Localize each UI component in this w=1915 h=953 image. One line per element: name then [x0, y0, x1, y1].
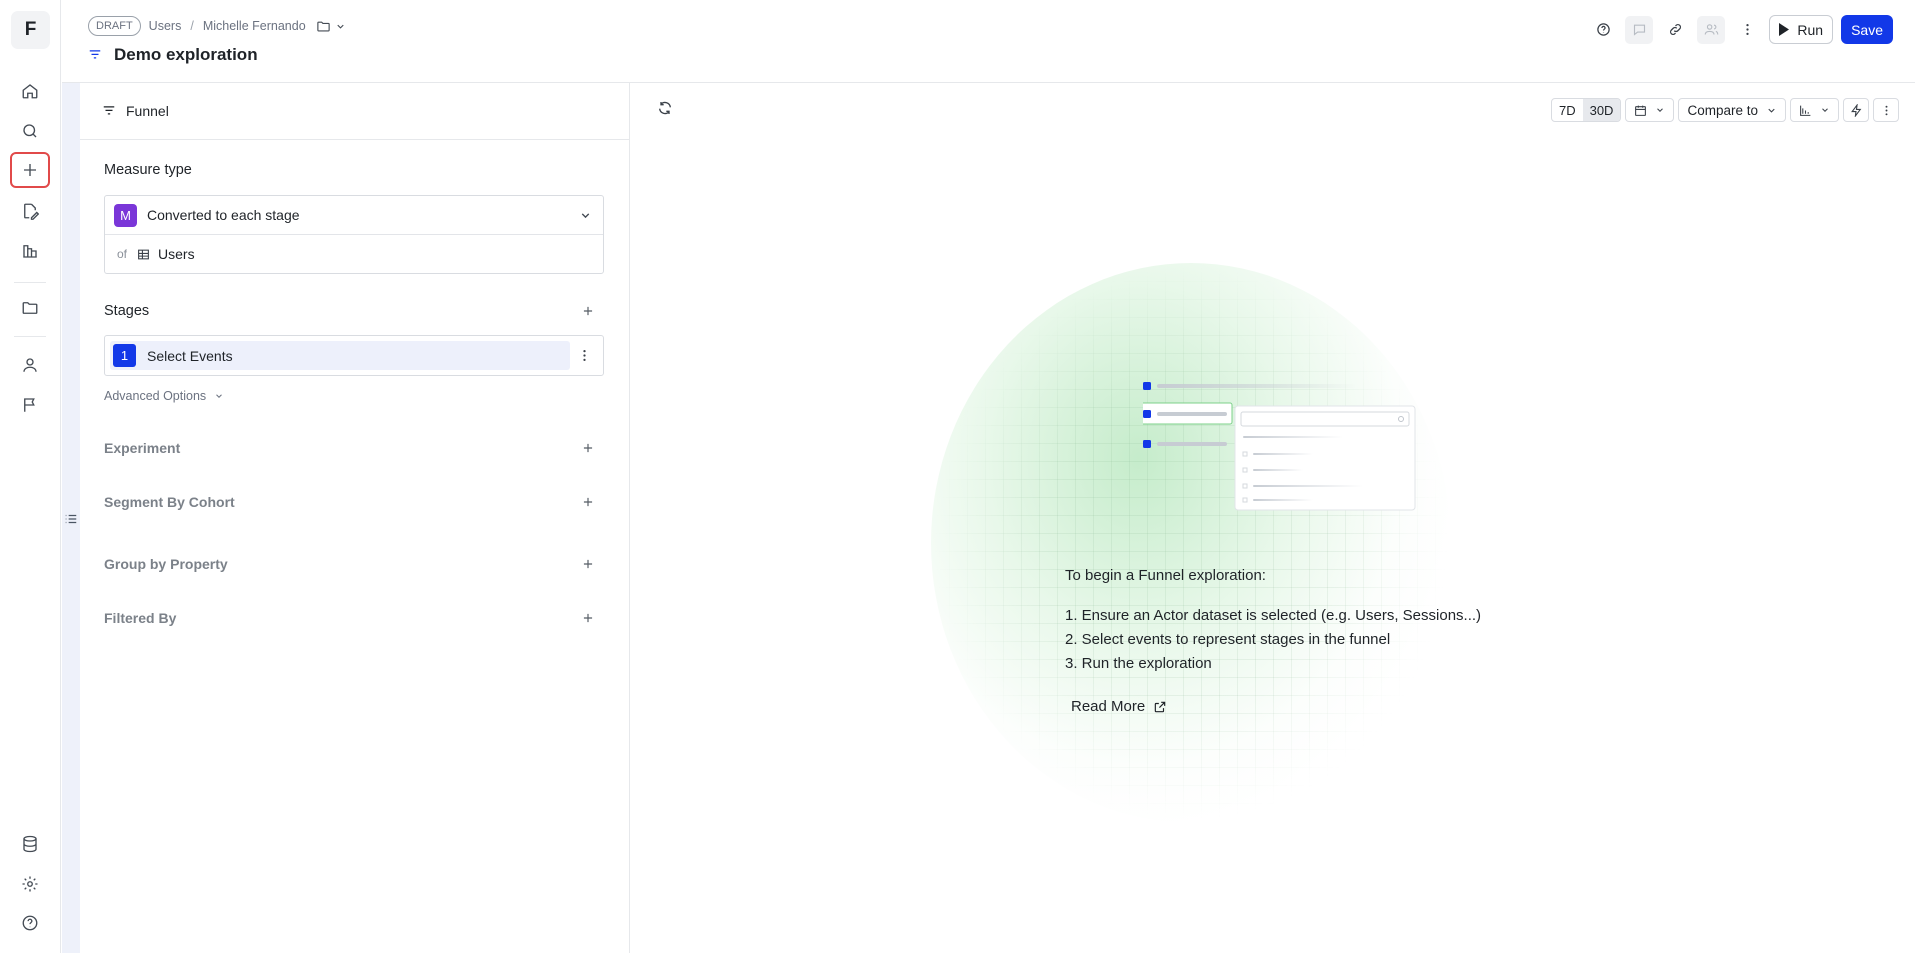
chevron-down-icon [1820, 105, 1830, 115]
funnel-chart-icon [1799, 104, 1812, 117]
panel-tab-label: Funnel [126, 103, 169, 119]
breadcrumb-item-users[interactable]: Users [149, 19, 182, 33]
empty-state-step: 3. Run the exploration [1065, 655, 1212, 672]
read-more-link[interactable]: Read More [1071, 698, 1481, 715]
range-7d-button[interactable]: 7D [1552, 99, 1583, 121]
stage-label: Select Events [147, 347, 233, 364]
stage-event-select[interactable]: 1 Select Events [110, 341, 570, 370]
rail-divider [14, 282, 46, 283]
read-more-label: Read More [1071, 698, 1146, 715]
segment-by-cohort-label: Segment By Cohort [104, 494, 235, 510]
share-users-icon[interactable] [1697, 15, 1726, 44]
page-header: DRAFT Users / Michelle Fernando Demo exp… [62, 0, 1915, 83]
edit-doc-icon[interactable] [10, 193, 50, 229]
more-vertical-icon[interactable] [1873, 98, 1899, 122]
measure-badge: M [114, 203, 137, 227]
of-label: of [117, 247, 128, 261]
add-filter-plus-icon[interactable] [581, 611, 595, 625]
page-title[interactable]: Demo exploration [114, 45, 258, 65]
user-icon[interactable] [10, 347, 50, 383]
help-icon[interactable] [10, 905, 50, 941]
compare-to-label: Compare to [1687, 102, 1758, 118]
calendar-icon [1634, 104, 1647, 117]
date-picker[interactable] [1625, 98, 1675, 122]
empty-state-step: 2. Select events to represent stages in … [1065, 631, 1391, 648]
date-range-toggle: 7D 30D [1550, 98, 1622, 122]
stage-number-badge: 1 [113, 344, 136, 367]
empty-state: To begin a Funnel exploration: 1. Ensure… [1065, 567, 1481, 715]
experiment-label: Experiment [104, 440, 181, 456]
funnel-illustration [1143, 382, 1416, 511]
advanced-options-label: Advanced Options [104, 389, 207, 403]
more-vertical-icon[interactable] [570, 348, 598, 363]
run-button[interactable]: Run [1769, 15, 1834, 44]
add-experiment-plus-icon[interactable] [581, 441, 595, 455]
funnel-icon [88, 48, 102, 62]
panel-tab-funnel[interactable]: Funnel [80, 83, 629, 140]
left-rail: F [0, 0, 61, 953]
charts-icon[interactable] [10, 233, 50, 269]
lightning-icon[interactable] [1843, 98, 1869, 122]
empty-state-step: 1. Ensure an Actor dataset is selected (… [1065, 607, 1482, 624]
home-icon[interactable] [10, 73, 50, 109]
group-by-property-label: Group by Property [104, 556, 228, 572]
results-area: 7D 30D Compare to To begin a Funnel expl… [631, 83, 1915, 953]
measure-type-select: M Converted to each stage of Users [104, 195, 604, 274]
filtered-by-label: Filtered By [104, 610, 177, 626]
stage-row: 1 Select Events [104, 335, 604, 376]
plus-icon[interactable] [10, 152, 50, 188]
add-stage-plus-icon[interactable] [581, 304, 595, 318]
add-cohort-plus-icon[interactable] [581, 495, 595, 509]
breadcrumb-separator: / [190, 19, 194, 33]
stages-label: Stages [104, 303, 150, 319]
results-toolbar: 7D 30D Compare to [1550, 98, 1899, 122]
gear-icon[interactable] [10, 866, 50, 902]
refresh-icon[interactable] [657, 100, 673, 116]
play-icon [1778, 23, 1790, 36]
run-label: Run [1797, 21, 1824, 38]
chevron-down-icon [1766, 105, 1777, 116]
range-30d-button[interactable]: 30D [1582, 99, 1621, 121]
measure-dropdown[interactable]: M Converted to each stage [105, 196, 603, 235]
flag-icon[interactable] [10, 387, 50, 423]
app-logo[interactable]: F [11, 11, 50, 49]
outline-toggle-icon[interactable] [64, 512, 78, 526]
measure-selected-value: Converted to each stage [147, 207, 300, 223]
funnel-icon [102, 104, 116, 118]
chevron-down-icon [579, 209, 592, 222]
background-grid [931, 263, 1451, 823]
more-vertical-icon[interactable] [1733, 16, 1761, 44]
table-icon [137, 248, 150, 261]
compare-to-dropdown[interactable]: Compare to [1678, 98, 1786, 122]
empty-state-title: To begin a Funnel exploration: [1065, 567, 1266, 584]
rail-divider [14, 336, 46, 337]
add-group-by-plus-icon[interactable] [581, 557, 595, 571]
measure-type-label: Measure type [104, 162, 192, 178]
search-icon[interactable] [10, 113, 50, 149]
breadcrumb: DRAFT Users / Michelle Fernando [88, 16, 346, 36]
external-link-icon [1153, 700, 1167, 714]
status-badge: DRAFT [88, 16, 141, 36]
chevron-down-icon [335, 21, 346, 32]
link-icon[interactable] [1661, 16, 1689, 44]
query-panel: Funnel Measure type M Converted to each … [80, 83, 630, 953]
folder-icon[interactable] [10, 290, 50, 326]
comment-icon[interactable] [1625, 15, 1654, 44]
breadcrumb-item-owner[interactable]: Michelle Fernando [203, 19, 306, 33]
chevron-down-icon [214, 391, 224, 401]
folder-picker[interactable] [316, 19, 346, 34]
save-button[interactable]: Save [1841, 15, 1893, 44]
folder-icon [316, 19, 331, 34]
chart-type-dropdown[interactable] [1790, 98, 1839, 122]
chevron-down-icon [1655, 105, 1665, 115]
help-circle-icon[interactable] [1589, 16, 1617, 44]
database-icon[interactable] [10, 826, 50, 862]
dataset-name: Users [158, 246, 195, 262]
dataset-selector[interactable]: of Users [105, 235, 603, 273]
advanced-options-toggle[interactable]: Advanced Options [104, 389, 224, 403]
